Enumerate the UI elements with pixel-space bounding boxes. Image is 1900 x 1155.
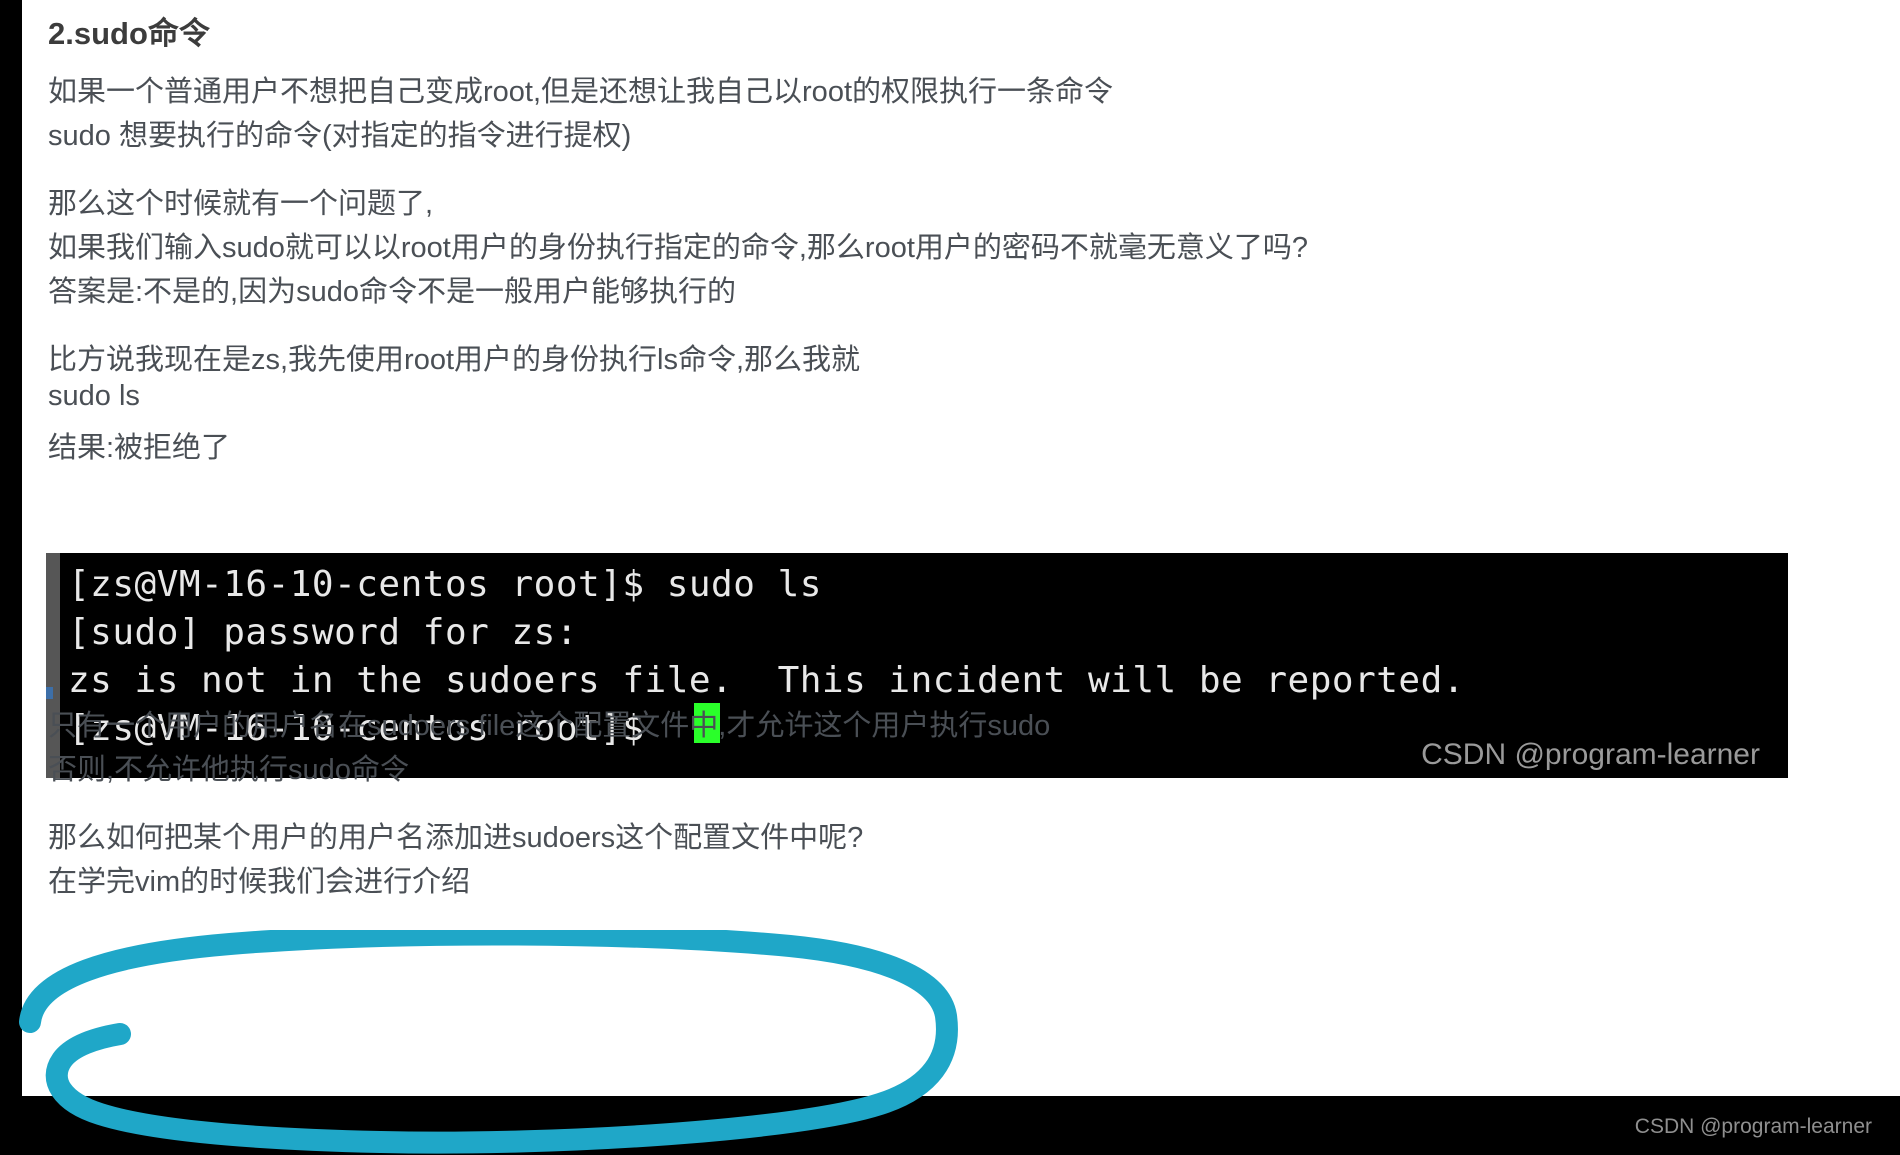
paragraph-line: 如果一个普通用户不想把自己变成root,但是还想让我自己以root的权限执行一条… (48, 76, 1114, 108)
paragraph-line: sudo 想要执行的命令(对指定的指令进行提权) (48, 120, 632, 152)
terminal-screenshot: [zs@VM-16-10-centos root]$ sudo ls [sudo… (46, 553, 1788, 778)
terminal-scrollbar[interactable] (46, 553, 60, 778)
paragraph-line: 只有一个用户的用户名在sudoers file这个配置文件中,才允许这个用户执行… (48, 710, 1051, 742)
paragraph-line: 比方说我现在是zs,我先使用root用户的身份执行ls命令,那么我就 (48, 344, 861, 376)
page-watermark: CSDN @program-learner (1634, 1115, 1872, 1138)
terminal-watermark: CSDN @program-learner (1421, 738, 1760, 771)
terminal-scroll-marker (46, 687, 53, 699)
paragraph-line: 如果我们输入sudo就可以以root用户的身份执行指定的命令,那么root用户的… (48, 232, 1309, 264)
terminal-line: zs is not in the sudoers file. This inci… (68, 660, 1465, 701)
terminal-line: [zs@VM-16-10-centos root]$ sudo ls (68, 564, 822, 605)
paragraph-line: 那么这个时候就有一个问题了, (48, 188, 434, 220)
paragraph-line: 答案是:不是的,因为sudo命令不是一般用户能够执行的 (48, 276, 737, 308)
terminal-line: [sudo] password for zs: (68, 612, 578, 653)
bottom-black-band (0, 1096, 1900, 1155)
page-title: 2.sudo命令 (48, 16, 210, 51)
paragraph-line: 否则,不允许他执行sudo命令 (48, 754, 409, 786)
paragraph-line: sudo ls (48, 380, 140, 412)
paragraph-line: 在学完vim的时候我们会进行介绍 (48, 866, 471, 898)
page-root: 2.sudo命令 如果一个普通用户不想把自己变成root,但是还想让我自己以ro… (0, 0, 1900, 1155)
paragraph-line: 结果:被拒绝了 (48, 432, 231, 464)
article-body: 2.sudo命令 如果一个普通用户不想把自己变成root,但是还想让我自己以ro… (22, 0, 1900, 1096)
paragraph-line: 那么如何把某个用户的用户名添加进sudoers这个配置文件中呢? (48, 822, 864, 854)
